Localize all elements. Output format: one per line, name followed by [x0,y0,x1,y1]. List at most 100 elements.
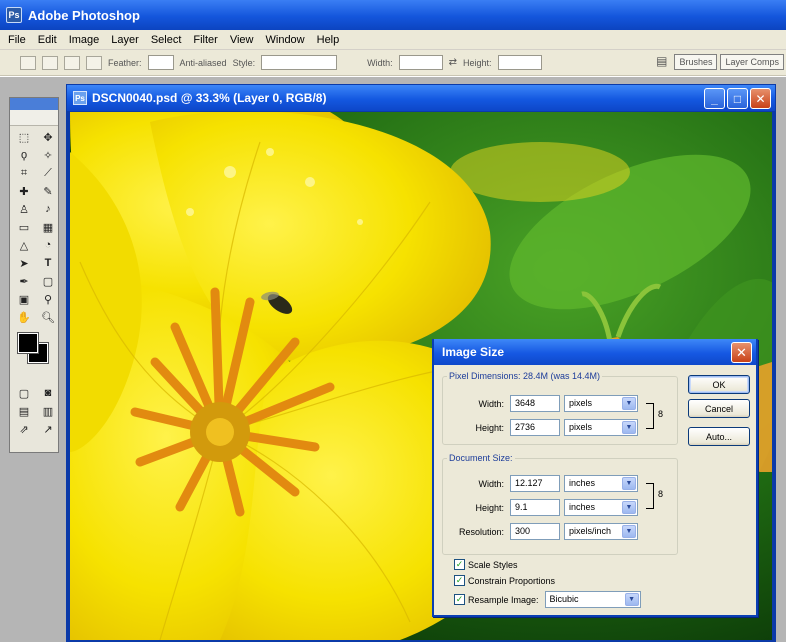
style-select[interactable] [261,55,338,70]
jump-to-icon[interactable]: ↗ [38,421,58,437]
pixel-dimensions-label: Pixel Dimensions: 28.4M (was 14.4M) [449,371,601,381]
move-tool-icon[interactable]: ✥ [38,129,58,145]
pen-tool-icon[interactable]: ✒ [14,273,34,289]
swap-icon[interactable]: ⇄ [449,57,457,68]
tools-palette-titlebar[interactable] [10,98,58,110]
pixel-height-unit-select[interactable]: pixels ▼ [564,419,638,436]
palette-tab-brushes[interactable]: Brushes [674,54,718,70]
zoom-tool-icon[interactable]: 🔍︎ [38,309,58,325]
menu-image[interactable]: Image [69,34,100,46]
feather-label: Feather: [108,57,142,68]
dialog-title: Image Size [442,345,505,359]
photoshop-app-icon: Ps [6,7,22,23]
resample-image-label: Resample Image: [468,594,539,605]
constrain-proportions-checkbox[interactable]: ✓ Constrain Proportions [454,575,555,586]
quick-mask-icon[interactable]: ◙ [38,385,58,401]
full-screen-icon[interactable]: ▥ [38,403,58,419]
menu-select[interactable]: Select [151,34,182,46]
menu-window[interactable]: Window [266,34,305,46]
pixel-link-bracket [646,403,654,429]
magic-wand-tool-icon[interactable]: ✧ [38,147,58,163]
path-select-tool-icon[interactable]: ➤ [14,255,34,271]
resolution-unit: pixels/inch [569,526,612,536]
adobe-online-icon[interactable] [10,110,58,126]
marquee-tool-icon[interactable]: ⬚ [14,129,34,145]
file-browser-icon[interactable]: ▤ [652,54,671,70]
doc-width-input[interactable]: 12.127 [510,475,560,492]
standard-mode-icon[interactable]: ▢ [14,385,34,401]
tool-preset-picker[interactable] [20,55,36,70]
resolution-label: Resolution: [458,526,504,537]
pixel-width-row: Width: 3648 pixels ▼ [448,395,638,412]
brush-tool-icon[interactable]: ✎ [38,183,58,199]
notes-tool-icon[interactable]: ▣ [14,291,34,307]
pixel-width-unit: pixels [569,398,593,408]
menu-file[interactable]: File [8,34,26,46]
type-tool-icon[interactable]: T [38,255,58,271]
antialias-label[interactable]: Anti-aliased [180,58,227,68]
dialog-close-button[interactable]: ✕ [731,342,752,363]
foreground-color-swatch[interactable] [17,332,39,354]
close-button[interactable]: ✕ [750,88,771,109]
chevron-down-icon: ▼ [622,397,636,410]
menu-view[interactable]: View [230,34,254,46]
dialog-title-bar[interactable]: Image Size [434,339,756,365]
pixel-height-input[interactable]: 2736 [510,419,560,436]
resolution-input[interactable]: 300 [510,523,560,540]
gradient-tool-icon[interactable]: ▦ [38,219,58,235]
slice-tool-icon[interactable]: ⟋ [38,165,58,181]
resample-image-checkbox[interactable]: ✓ Resample Image: Bicubic ▼ [454,591,641,608]
crop-tool-icon[interactable]: ⌗ [14,165,34,181]
shape-tool-icon[interactable]: ▢ [38,273,58,289]
width-input[interactable] [398,55,443,70]
checkmark-icon: ✓ [454,594,465,605]
menu-help[interactable]: Help [317,34,340,46]
menu-edit[interactable]: Edit [38,34,57,46]
blur-tool-icon[interactable]: △ [14,237,34,253]
doc-width-unit-select[interactable]: inches ▼ [564,475,638,492]
eraser-tool-icon[interactable]: ▭ [14,219,34,235]
scale-styles-checkbox[interactable]: ✓ Scale Styles [454,559,518,570]
maximize-button[interactable]: □ [727,88,748,109]
ok-button[interactable]: OK [688,375,750,394]
clone-stamp-tool-icon[interactable]: ♙ [14,201,34,217]
style-label: Style: [232,57,256,68]
pixel-width-unit-select[interactable]: pixels ▼ [564,395,638,412]
eyedropper-tool-icon[interactable]: ⚲ [38,291,58,307]
app-title-bar: Ps Adobe Photoshop [0,0,786,30]
cancel-button[interactable]: Cancel [688,399,750,418]
menu-filter[interactable]: Filter [193,34,217,46]
feather-input[interactable] [147,55,174,70]
healing-brush-tool-icon[interactable]: ✚ [14,183,34,199]
add-selection-icon[interactable] [64,55,80,70]
imageready-icon[interactable]: ⇗ [14,421,34,437]
auto-button[interactable]: Auto... [688,427,750,446]
history-brush-tool-icon[interactable]: ♪ [38,201,58,217]
chain-link-icon: 8 [658,409,664,419]
minimize-button[interactable]: _ [704,88,725,109]
doc-height-input[interactable]: 9.1 [510,499,560,516]
resample-method-select[interactable]: Bicubic ▼ [544,591,641,608]
pixel-height-row: Height: 2736 pixels ▼ [448,419,638,436]
dodge-tool-icon[interactable]: ◔ [38,237,58,253]
image-size-dialog: Image Size ✕ Pixel Dimensions: 28.4M (wa… [432,339,758,617]
palette-tab-layer-comps[interactable]: Layer Comps [720,54,784,70]
menu-bar: File Edit Image Layer Select Filter View… [0,30,786,50]
subtract-selection-icon[interactable] [86,55,102,70]
resample-method: Bicubic [549,594,579,604]
height-input[interactable] [497,55,542,70]
scale-styles-label: Scale Styles [468,559,518,570]
hand-tool-icon[interactable]: ✋ [14,309,34,325]
resolution-unit-select[interactable]: pixels/inch ▼ [564,523,638,540]
chevron-down-icon: ▼ [622,421,636,434]
document-title-bar[interactable]: Ps DSCN0040.psd @ 33.3% (Layer 0, RGB/8) [67,85,775,111]
doc-height-unit-select[interactable]: inches ▼ [564,499,638,516]
new-selection-icon[interactable] [42,55,58,70]
menu-layer[interactable]: Layer [111,34,139,46]
resolution-row: Resolution: 300 pixels/inch ▼ [448,523,638,540]
lasso-tool-icon[interactable]: ϙ [14,147,34,163]
pixel-width-input[interactable]: 3648 [510,395,560,412]
screen-mode-icon[interactable]: ▤ [14,403,34,419]
pixel-width-label: Width: [478,398,504,409]
palette-well: ▤ Brushes Layer Comps [652,54,784,70]
